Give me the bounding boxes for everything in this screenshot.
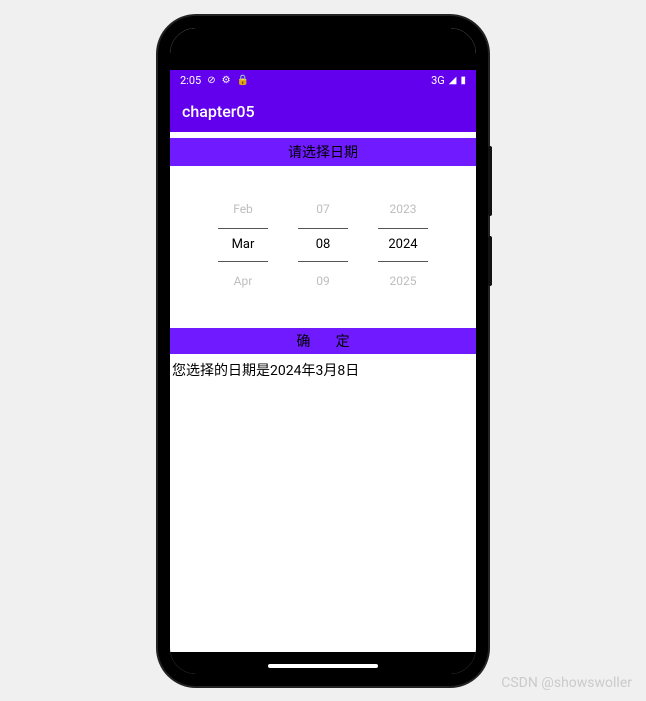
nav-bar-handle[interactable] — [268, 664, 378, 668]
day-wheel[interactable]: 07 08 09 — [298, 196, 348, 294]
side-button — [488, 236, 492, 286]
watermark: CSDN @showswoller — [501, 675, 632, 691]
year-selected[interactable]: 2024 — [378, 228, 428, 262]
confirm-button[interactable]: 确定 — [170, 328, 476, 354]
gear-icon: ⚙ — [222, 75, 231, 86]
side-button — [488, 146, 492, 216]
year-wheel[interactable]: 2023 2024 2025 — [378, 196, 428, 294]
phone-frame: 2:05 ⊘ ⚙ 🔒 3G ◢ ▮ chapter05 请选择日期 — [158, 16, 488, 686]
battery-icon: ▮ — [460, 75, 466, 86]
lock-icon: 🔒 — [237, 75, 249, 86]
year-next[interactable]: 2025 — [390, 268, 417, 294]
app-title: chapter05 — [182, 102, 255, 121]
status-network: 3G — [431, 74, 445, 87]
day-prev[interactable]: 07 — [316, 196, 330, 222]
month-next[interactable]: Apr — [234, 268, 253, 294]
day-selected[interactable]: 08 — [298, 228, 348, 262]
day-next[interactable]: 09 — [316, 268, 330, 294]
status-bar: 2:05 ⊘ ⚙ 🔒 3G ◢ ▮ — [170, 70, 476, 92]
month-wheel[interactable]: Feb Mar Apr — [218, 196, 268, 294]
status-time: 2:05 — [180, 74, 201, 87]
month-prev[interactable]: Feb — [233, 196, 253, 222]
screen: 2:05 ⊘ ⚙ 🔒 3G ◢ ▮ chapter05 请选择日期 — [170, 28, 476, 674]
year-prev[interactable]: 2023 — [390, 196, 417, 222]
result-text: 您选择的日期是2024年3月8日 — [170, 354, 476, 386]
date-header: 请选择日期 — [170, 138, 476, 166]
month-selected[interactable]: Mar — [218, 228, 268, 262]
date-picker[interactable]: Feb Mar Apr 07 08 09 2023 2024 2025 — [170, 166, 476, 328]
signal-icon: ◢ — [449, 75, 457, 86]
app-bar: chapter05 — [170, 92, 476, 132]
do-not-disturb-icon: ⊘ — [207, 75, 215, 86]
